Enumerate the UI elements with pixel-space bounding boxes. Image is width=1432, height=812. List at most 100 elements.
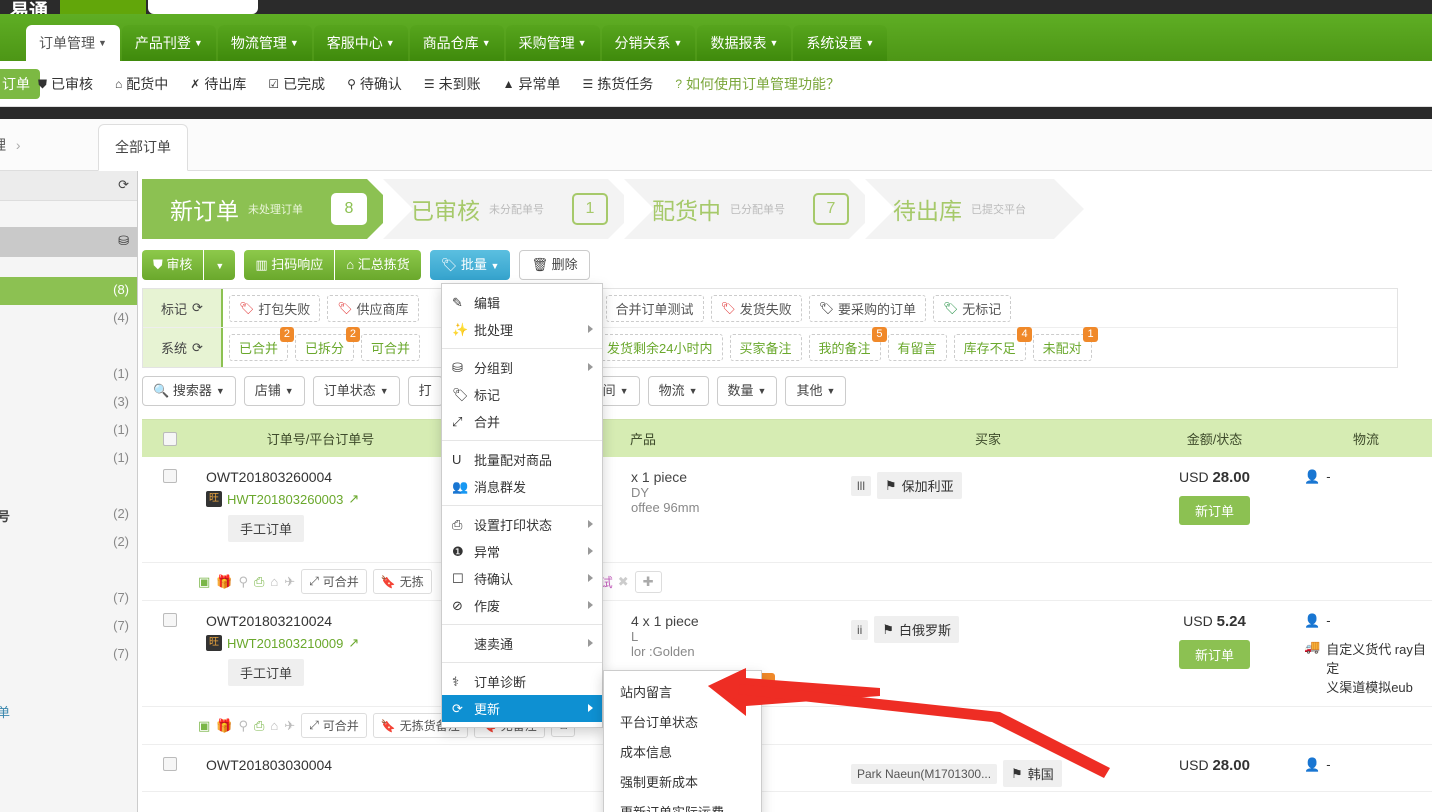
tag-no-mark[interactable]: 🏷 无标记 <box>933 294 1012 322</box>
location-icon[interactable]: ⚲ <box>238 718 248 734</box>
scan-response-button[interactable]: ▥ 扫码响应 <box>244 250 335 280</box>
sidebar-item-14[interactable]: fa <box>0 669 137 697</box>
submenu-active-pill[interactable]: 订单 <box>0 69 40 99</box>
money-icon[interactable]: ▣ <box>198 718 210 734</box>
sidebar-item-1[interactable]: 分组 (4) <box>0 305 137 333</box>
audit-dropdown-button[interactable]: ▼ <box>204 250 236 280</box>
tag-buyer-note[interactable]: 买家备注 <box>729 334 802 361</box>
pipeline-step-new-orders[interactable]: 新订单 未处理订单 8 <box>142 179 397 239</box>
submenu-item-unpaid[interactable]: ☰ 未到账 <box>424 74 481 94</box>
table-row[interactable]: OWT201803210024 旺 HWT201803210009 ↗ 手工订单… <box>142 601 1432 707</box>
submenu-item-pending-confirm[interactable]: ⚲ 待确认 <box>347 74 402 94</box>
tag-to-purchase[interactable]: 🏷 要采购的订单 <box>808 294 927 322</box>
submenu-item-force-update-cost[interactable]: 强制更新成本 <box>604 766 761 796</box>
tag-low-stock[interactable]: 库存不足 4 <box>953 327 1032 361</box>
row-checkbox[interactable] <box>163 469 177 483</box>
sidebar-item-8[interactable]: 请运单号 (2) <box>0 501 137 529</box>
menu-item-group-to[interactable]: ⛁ 分组到 <box>442 354 602 381</box>
mergeable-button[interactable]: ⤢ 可合并 <box>301 569 367 594</box>
filter-other[interactable]: 其他 ▼ <box>785 376 847 406</box>
sidebar-item-2[interactable]: 采购 <box>0 333 137 361</box>
filter-quantity[interactable]: 数量 ▼ <box>716 376 778 406</box>
row-checkbox[interactable] <box>163 757 177 771</box>
sidebar-item-15[interactable]: 缺货订单 <box>0 697 137 725</box>
submenu-item-site-message[interactable]: 站内留言 <box>604 676 761 706</box>
printer-icon[interactable]: ⎙ <box>254 718 264 734</box>
sidebar-item-4[interactable]: 试 (3) <box>0 389 137 417</box>
external-link-icon[interactable]: ↗ <box>348 635 359 651</box>
menu-item-void[interactable]: ⊘ 作废 <box>442 592 602 619</box>
close-icon[interactable]: ✖ <box>618 574 629 590</box>
sidebar-item-all-orders[interactable]: 单 (8) <box>0 277 137 305</box>
menu-item-pending-confirm[interactable]: ☐ 待确认 <box>442 565 602 592</box>
no-pick-note-button[interactable]: 🔖 无拣 <box>372 569 432 594</box>
tag-merged[interactable]: 已合并 2 <box>229 327 295 361</box>
filter-print[interactable]: 打 <box>407 376 443 406</box>
select-all-checkbox[interactable] <box>163 431 177 446</box>
menu-item-batch-match-products[interactable]: U 批量配对商品 <box>442 446 602 473</box>
menu-item-mass-message[interactable]: 👥 消息群发 <box>442 473 602 500</box>
tag-my-note[interactable]: 我的备注 5 <box>808 327 887 361</box>
submenu-item-platform-order-status[interactable]: 平台订单状态 <box>604 706 761 736</box>
pipeline-step-audited[interactable]: 已审核 未分配单号 1 <box>383 179 638 239</box>
mergeable-button[interactable]: ⤢ 可合并 <box>301 713 367 738</box>
menu-item-merge[interactable]: ⤢ 合并 <box>442 408 602 435</box>
submenu-item-audited[interactable]: ⛊ 已审核 <box>38 74 93 94</box>
submenu-item-completed[interactable]: ☑ 已完成 <box>268 74 325 94</box>
nav-tab-system-settings[interactable]: 系统设置 ▼ <box>793 25 888 61</box>
nav-tab-product-listing[interactable]: 产品刊登 ▼ <box>121 25 216 61</box>
menu-item-set-print-status[interactable]: ⎙ 设置打印状态 <box>442 511 602 538</box>
order-number[interactable]: OWT201803210024 <box>206 613 435 629</box>
submenu-item-help[interactable]: ? 如何使用订单管理功能？ <box>675 74 840 94</box>
submenu-item-picking-task[interactable]: ☰ 拣货任务 <box>583 74 654 94</box>
collect-picking-button[interactable]: ⌂ 汇总拣货 <box>335 250 421 280</box>
tag-split[interactable]: 已拆分 2 <box>295 327 361 361</box>
nav-tab-logistics[interactable]: 物流管理 ▼ <box>217 25 312 61</box>
nav-tab-warehouse[interactable]: 商品仓库 ▼ <box>409 25 504 61</box>
sidebar-item-3[interactable]: 采购 (1) <box>0 361 137 389</box>
filter-logistics[interactable]: 物流 ▼ <box>647 376 709 406</box>
sidebar-item-6[interactable]: 分组 (1) <box>0 445 137 473</box>
sitemap-icon[interactable]: ⛁ <box>118 233 129 249</box>
nav-tab-distribution[interactable]: 分销关系 ▼ <box>601 25 696 61</box>
filter-store[interactable]: 店铺 ▼ <box>243 376 305 406</box>
breadcrumb-parent[interactable]: 管理 <box>0 137 6 153</box>
plane-icon[interactable]: ✈ <box>284 574 295 590</box>
gift-icon[interactable]: 🎁 <box>216 718 232 734</box>
nav-tab-customer-service[interactable]: 客服中心 ▼ <box>313 25 408 61</box>
row-checkbox[interactable] <box>163 613 177 627</box>
menu-item-aliexpress[interactable]: 速卖通 <box>442 630 602 657</box>
sidebar-item-7[interactable]: 1 <box>0 473 137 501</box>
money-icon[interactable]: ▣ <box>198 574 210 590</box>
location-icon[interactable]: ⚲ <box>238 574 248 590</box>
audit-button[interactable]: ⛊ 审核 <box>142 250 204 280</box>
sidebar-item-9[interactable]: 配仓库 (2) <box>0 529 137 557</box>
menu-item-update[interactable]: ⟳ 更新 <box>442 695 602 722</box>
sidebar-item-13[interactable]: 未分组 (7) <box>0 641 137 669</box>
cloud-icon[interactable]: ⌂ <box>270 574 278 589</box>
plane-icon[interactable]: ✈ <box>284 718 295 734</box>
platform-order-number[interactable]: HWT201803260003 <box>227 492 343 507</box>
refresh-icon[interactable]: ⟳ <box>192 300 203 316</box>
table-row[interactable]: OWT201803260004 旺 HWT201803260003 ↗ 手工订单… <box>142 457 1432 563</box>
menu-item-abnormal[interactable]: ❶ 异常 <box>442 538 602 565</box>
filter-order-status[interactable]: 订单状态 ▼ <box>312 376 400 406</box>
nav-tab-order-management[interactable]: 订单管理 ▼ <box>26 25 120 61</box>
order-number[interactable]: OWT201803260004 <box>206 469 435 485</box>
pipeline-step-picking[interactable]: 配货中 已分配单号 7 <box>624 179 879 239</box>
menu-item-batch-process[interactable]: ✨ 批处理 <box>442 316 602 343</box>
platform-order-number[interactable]: HWT201803210009 <box>227 636 343 651</box>
gift-icon[interactable]: 🎁 <box>216 574 232 590</box>
nav-tab-reports[interactable]: 数据报表 ▼ <box>697 25 792 61</box>
add-tag-button[interactable]: ✚ <box>634 570 662 593</box>
submenu-item-cost-info[interactable]: 成本信息 <box>604 736 761 766</box>
nav-tab-purchasing[interactable]: 采购管理 ▼ <box>505 25 600 61</box>
tag-mergeable[interactable]: 可合并 <box>361 334 421 361</box>
tag-merge-order-test[interactable]: 合并订单测试 <box>605 294 704 322</box>
sidebar-item-5[interactable]: 库 (1) <box>0 417 137 445</box>
cloud-icon[interactable]: ⌂ <box>270 718 278 733</box>
menu-item-mark[interactable]: 🏷 标记 <box>442 381 602 408</box>
filter-searcher[interactable]: 🔍 搜索器 ▼ <box>142 376 236 406</box>
order-number[interactable]: OWT201803030004 <box>206 757 435 773</box>
tag-ship-failed[interactable]: 🏷 发货失败 <box>710 294 802 322</box>
